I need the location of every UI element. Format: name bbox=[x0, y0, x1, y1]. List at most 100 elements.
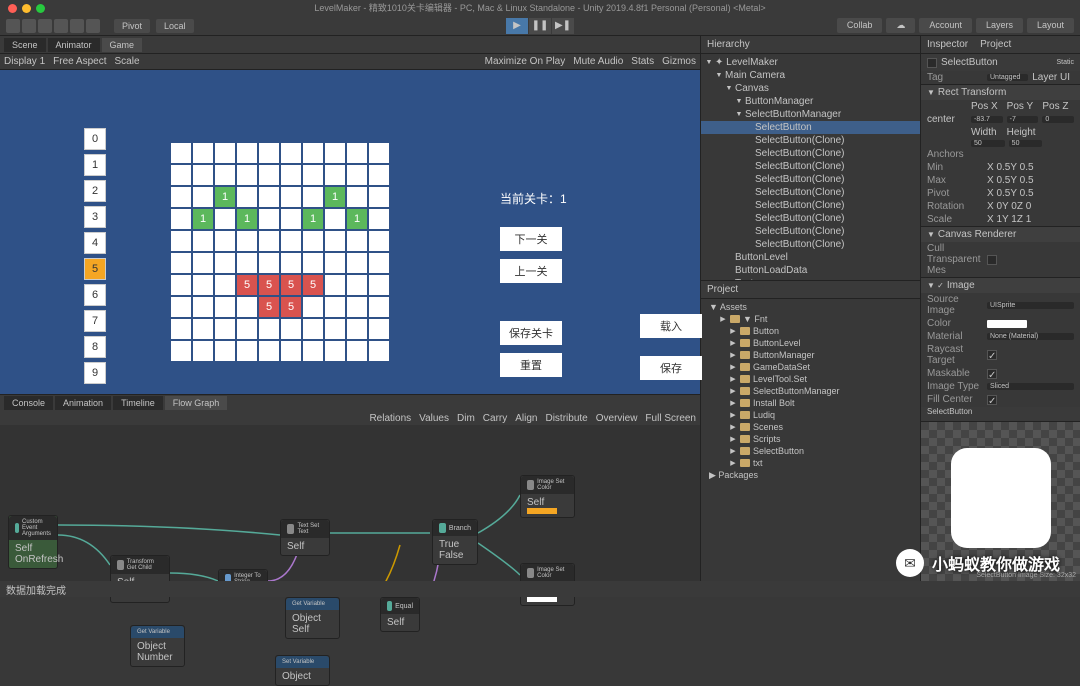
grid-cell[interactable] bbox=[302, 252, 324, 274]
node-get-variable-2[interactable]: Get Variable ObjectSelf bbox=[285, 597, 340, 639]
grid-cell[interactable] bbox=[170, 186, 192, 208]
account-dropdown[interactable]: Account bbox=[919, 18, 972, 33]
grid-cell[interactable] bbox=[302, 186, 324, 208]
step-button[interactable]: ▶❚ bbox=[552, 18, 574, 34]
rotate-tool-icon[interactable] bbox=[38, 19, 52, 33]
grid-cell[interactable] bbox=[258, 318, 280, 340]
relations-label[interactable]: Relations bbox=[369, 413, 411, 424]
reset-button[interactable]: 重置 bbox=[500, 353, 562, 377]
next-level-button[interactable]: 下一关 bbox=[500, 227, 562, 251]
grid-cell[interactable]: 5 bbox=[280, 274, 302, 296]
hierarchy-item[interactable]: ▼ButtonManager bbox=[701, 95, 920, 108]
grid-cell[interactable] bbox=[192, 252, 214, 274]
grid-cell[interactable] bbox=[368, 164, 390, 186]
project-item[interactable]: ▶LevelTool.Set bbox=[701, 373, 920, 385]
project-item[interactable]: ▶Install Bolt bbox=[701, 397, 920, 409]
grid-cell[interactable] bbox=[324, 230, 346, 252]
grid-cell[interactable] bbox=[280, 340, 302, 362]
image-header[interactable]: ▼ ✓ Image bbox=[921, 278, 1080, 293]
grid-cell[interactable] bbox=[302, 230, 324, 252]
distribute-label[interactable]: Distribute bbox=[545, 413, 587, 424]
move-tool-icon[interactable] bbox=[22, 19, 36, 33]
grid-cell[interactable] bbox=[324, 252, 346, 274]
pause-button[interactable]: ❚❚ bbox=[529, 18, 551, 34]
grid-cell[interactable] bbox=[236, 186, 258, 208]
grid-cell[interactable] bbox=[170, 208, 192, 230]
grid-cell[interactable] bbox=[236, 164, 258, 186]
hierarchy-item[interactable]: SelectButton(Clone) bbox=[701, 212, 920, 225]
grid-cell[interactable] bbox=[368, 186, 390, 208]
grid-cell[interactable] bbox=[236, 296, 258, 318]
mute-toggle[interactable]: Mute Audio bbox=[573, 56, 623, 67]
grid-cell[interactable] bbox=[302, 340, 324, 362]
layers-dropdown[interactable]: Layers bbox=[976, 18, 1023, 33]
grid-cell[interactable] bbox=[192, 164, 214, 186]
number-button-5[interactable]: 5 bbox=[84, 258, 106, 280]
grid-cell[interactable] bbox=[258, 340, 280, 362]
node-custom-event[interactable]: Custom Event Arguments SelfOnRefresh bbox=[8, 515, 58, 569]
grid-cell[interactable]: 1 bbox=[192, 208, 214, 230]
grid-cell[interactable] bbox=[192, 274, 214, 296]
tab-animation[interactable]: Animation bbox=[55, 396, 111, 410]
align-label[interactable]: Align bbox=[515, 413, 537, 424]
grid-cell[interactable] bbox=[368, 274, 390, 296]
grid-cell[interactable] bbox=[214, 318, 236, 340]
values-label[interactable]: Values bbox=[419, 413, 449, 424]
hand-tool-icon[interactable] bbox=[6, 19, 20, 33]
grid-cell[interactable] bbox=[214, 340, 236, 362]
grid-cell[interactable] bbox=[346, 186, 368, 208]
tab-flow-graph[interactable]: Flow Graph bbox=[165, 396, 228, 410]
project-item[interactable]: ▶Scripts bbox=[701, 433, 920, 445]
hierarchy-item[interactable]: SelectButton(Clone) bbox=[701, 225, 920, 238]
number-button-8[interactable]: 8 bbox=[84, 336, 106, 358]
number-button-6[interactable]: 6 bbox=[84, 284, 106, 306]
grid-cell[interactable] bbox=[192, 230, 214, 252]
project-item[interactable]: ▶▼ Fnt bbox=[701, 313, 920, 325]
grid-cell[interactable] bbox=[214, 230, 236, 252]
project-item[interactable]: ▶ Packages bbox=[701, 469, 920, 482]
hierarchy-item[interactable]: SelectButton(Clone) bbox=[701, 199, 920, 212]
save-level-button[interactable]: 保存关卡 bbox=[500, 321, 562, 345]
grid-cell[interactable] bbox=[192, 340, 214, 362]
grid-cell[interactable]: 1 bbox=[236, 208, 258, 230]
collab-button[interactable]: Collab bbox=[837, 18, 883, 33]
tab-scene[interactable]: Scene bbox=[4, 38, 46, 52]
prev-level-button[interactable]: 上一关 bbox=[500, 259, 562, 283]
grid-cell[interactable] bbox=[280, 186, 302, 208]
project-item[interactable]: ▶ButtonLevel bbox=[701, 337, 920, 349]
hierarchy-item[interactable]: SelectButton(Clone) bbox=[701, 186, 920, 199]
grid-cell[interactable]: 5 bbox=[280, 296, 302, 318]
cloud-icon[interactable]: ☁ bbox=[886, 18, 915, 33]
aspect-dropdown[interactable]: Free Aspect bbox=[53, 56, 106, 67]
project-item[interactable]: ▶txt bbox=[701, 457, 920, 469]
grid-cell[interactable] bbox=[214, 208, 236, 230]
tab-animator[interactable]: Animator bbox=[48, 38, 100, 52]
grid-cell[interactable] bbox=[236, 142, 258, 164]
overview-label[interactable]: Overview bbox=[596, 413, 638, 424]
display-dropdown[interactable]: Display 1 bbox=[4, 56, 45, 67]
stats-toggle[interactable]: Stats bbox=[631, 56, 654, 67]
grid-cell[interactable]: 5 bbox=[258, 274, 280, 296]
grid-cell[interactable]: 1 bbox=[346, 208, 368, 230]
grid-cell[interactable] bbox=[302, 142, 324, 164]
grid-cell[interactable] bbox=[280, 318, 302, 340]
grid-cell[interactable] bbox=[192, 296, 214, 318]
grid-cell[interactable] bbox=[280, 142, 302, 164]
static-toggle[interactable]: Static bbox=[1056, 59, 1074, 66]
grid-cell[interactable] bbox=[170, 252, 192, 274]
grid-cell[interactable] bbox=[236, 252, 258, 274]
grid-cell[interactable] bbox=[346, 340, 368, 362]
active-checkbox[interactable] bbox=[927, 58, 937, 68]
grid-cell[interactable] bbox=[346, 318, 368, 340]
grid-cell[interactable]: 1 bbox=[302, 208, 324, 230]
grid-cell[interactable] bbox=[302, 296, 324, 318]
hierarchy-item[interactable]: ▼Main Camera bbox=[701, 69, 920, 82]
number-button-2[interactable]: 2 bbox=[84, 180, 106, 202]
grid-cell[interactable]: 5 bbox=[236, 274, 258, 296]
project-item[interactable]: ▶SelectButtonManager bbox=[701, 385, 920, 397]
grid-cell[interactable] bbox=[214, 274, 236, 296]
node-set-color-1[interactable]: Image Set Color Self bbox=[520, 475, 575, 518]
load-button[interactable]: 载入 bbox=[640, 314, 702, 338]
grid-cell[interactable] bbox=[192, 186, 214, 208]
grid-cell[interactable] bbox=[324, 296, 346, 318]
